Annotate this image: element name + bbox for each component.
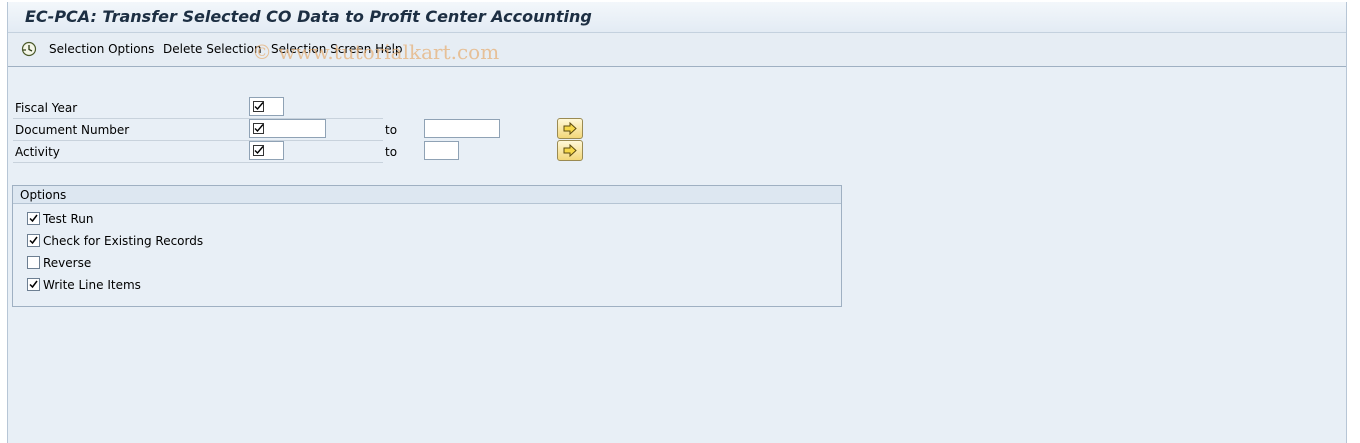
application-toolbar: Selection Options Delete Selection Selec…	[8, 33, 1346, 67]
required-check-icon	[253, 145, 264, 156]
page-title: EC-PCA: Transfer Selected CO Data to Pro…	[25, 7, 592, 26]
check-existing-records-checkbox[interactable]	[27, 234, 40, 247]
activity-row: Activity	[13, 141, 383, 163]
fiscal-year-row: Fiscal Year	[13, 97, 383, 119]
activity-from-input[interactable]	[249, 141, 284, 160]
activity-multiple-selection-button[interactable]	[557, 140, 583, 161]
check-existing-records-label: Check for Existing Records	[43, 234, 204, 248]
activity-to-input[interactable]	[424, 141, 459, 160]
checkmark-icon	[29, 214, 38, 223]
document-number-label: Document Number	[15, 123, 130, 137]
document-number-multiple-selection-button[interactable]	[557, 118, 583, 139]
selection-options-button[interactable]: Selection Options	[49, 42, 154, 56]
document-number-to-input[interactable]	[424, 119, 500, 138]
fiscal-year-label: Fiscal Year	[15, 101, 78, 115]
options-group-title: Options	[20, 188, 67, 202]
test-run-checkbox[interactable]	[27, 212, 40, 225]
document-number-row: Document Number	[13, 119, 383, 141]
sap-window: EC-PCA: Transfer Selected CO Data to Pro…	[7, 2, 1347, 443]
reverse-label: Reverse	[43, 256, 92, 270]
required-check-icon	[253, 123, 264, 134]
options-group-header: Options	[13, 186, 841, 204]
title-bar: EC-PCA: Transfer Selected CO Data to Pro…	[8, 2, 1346, 33]
execute-icon[interactable]	[21, 41, 37, 57]
document-number-from-input[interactable]	[249, 119, 326, 138]
write-line-items-label: Write Line Items	[43, 278, 141, 292]
fiscal-year-input[interactable]	[249, 97, 284, 116]
options-group: Options Test Run Check for Existing Reco…	[12, 185, 842, 307]
activity-to-label: to	[385, 145, 398, 159]
watermark: © www.tutorialkart.com	[252, 40, 500, 64]
reverse-checkbox[interactable]	[27, 256, 40, 269]
document-number-to-label: to	[385, 123, 398, 137]
checkmark-icon	[29, 280, 38, 289]
activity-label: Activity	[15, 145, 60, 159]
arrow-right-icon	[563, 122, 577, 135]
required-check-icon	[253, 101, 264, 112]
arrow-right-icon	[563, 144, 577, 157]
test-run-label: Test Run	[43, 212, 94, 226]
write-line-items-checkbox[interactable]	[27, 278, 40, 291]
delete-selection-button[interactable]: Delete Selection	[163, 42, 262, 56]
checkmark-icon	[29, 236, 38, 245]
